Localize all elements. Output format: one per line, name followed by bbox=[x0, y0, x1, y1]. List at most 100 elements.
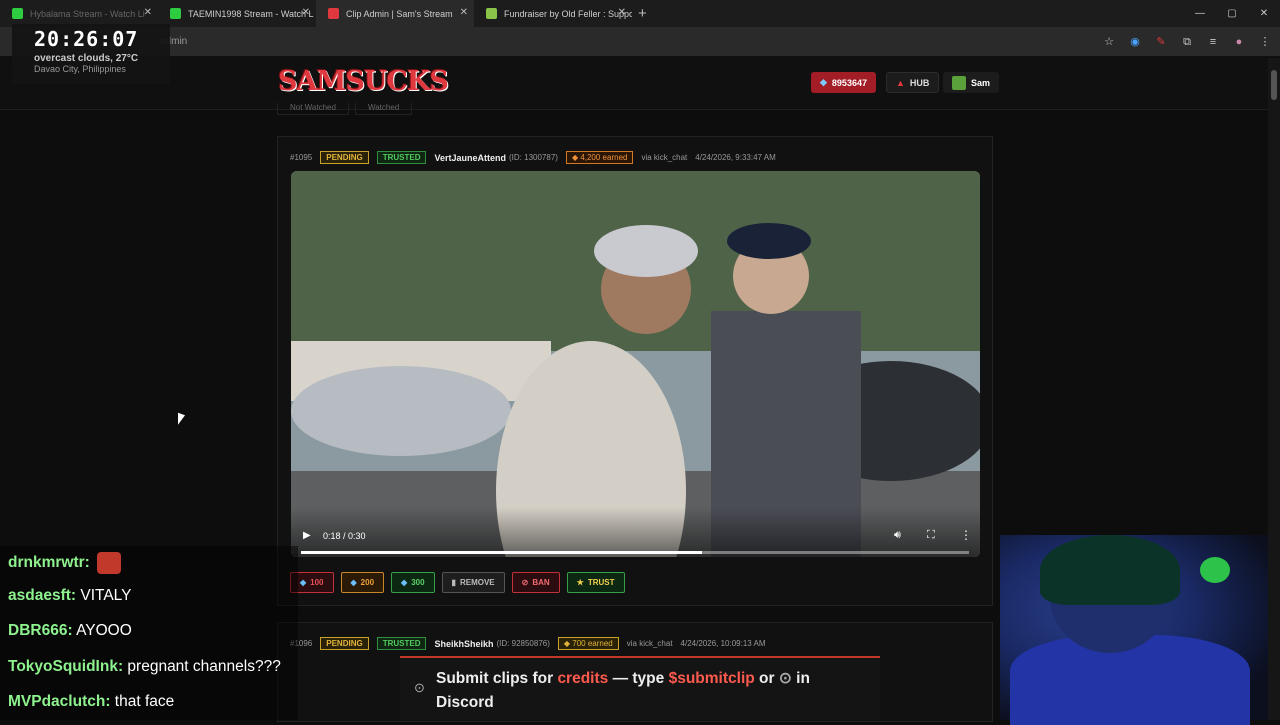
clip-id: #1095 bbox=[290, 153, 313, 162]
streamer-webcam bbox=[1000, 535, 1268, 725]
ban-button[interactable]: ⊘ BAN bbox=[511, 572, 560, 593]
hub-button[interactable]: ▲ HUB bbox=[886, 72, 940, 93]
tab-close-icon[interactable]: ✕ bbox=[144, 7, 152, 18]
trust-button[interactable]: ★ TRUST bbox=[566, 572, 625, 593]
fullscreen-icon[interactable]: ⛶ bbox=[927, 529, 935, 542]
award-300-button[interactable]: ◆ 300 bbox=[391, 572, 435, 593]
chat-username: DBR666: bbox=[8, 622, 73, 639]
chat-username: asdaesft: bbox=[8, 587, 77, 604]
tab-favicon bbox=[12, 8, 23, 19]
clip-username[interactable]: VertJauneAttend bbox=[434, 153, 506, 163]
filter-not-watched[interactable]: Not Watched bbox=[277, 103, 349, 115]
scrollbar-thumb[interactable] bbox=[1271, 70, 1277, 100]
status-badge: PENDING bbox=[320, 637, 369, 650]
mouse-icon: ⊙ bbox=[778, 670, 792, 687]
clip-source: via kick_chat bbox=[641, 153, 688, 162]
ban-icon: ⊘ bbox=[521, 578, 529, 587]
maximize-button[interactable]: ▢ bbox=[1216, 0, 1248, 27]
weather-conditions: overcast clouds, 27°C bbox=[34, 53, 139, 64]
remove-button[interactable]: ▮ REMOVE bbox=[441, 572, 505, 593]
chat-username: drnkmrwtr: bbox=[8, 554, 90, 572]
volume-icon[interactable]: 🔊︎ bbox=[894, 529, 901, 542]
clock-time: 20:26:07 bbox=[34, 27, 139, 51]
clip-video-player[interactable]: ▶ 0:18 / 0:30 🔊︎ ⛶ ⋮ bbox=[291, 171, 980, 557]
browser-menu-icon[interactable]: ⋮ bbox=[1256, 33, 1274, 51]
award-200-label: 200 bbox=[360, 578, 375, 587]
webcam-person bbox=[1040, 535, 1180, 605]
media-control-icon[interactable]: ≡ bbox=[1204, 33, 1222, 51]
user-menu[interactable]: Sam bbox=[943, 72, 1000, 93]
extension-icon[interactable]: ◉ bbox=[1126, 33, 1144, 51]
award-200-button[interactable]: ◆ 200 bbox=[340, 572, 385, 593]
chat-username: MVPdaclutch: bbox=[8, 693, 111, 710]
clip-timestamp: 4/24/2026, 10:09:13 AM bbox=[680, 639, 766, 648]
bookmark-star-icon[interactable]: ☆ bbox=[1100, 33, 1118, 51]
banner-text-part: — type bbox=[612, 670, 665, 687]
tab-title: Fundraiser by Old Feller : Suppo bbox=[504, 8, 632, 19]
clip-card: #1095 PENDING TRUSTED VertJauneAttend (I… bbox=[277, 136, 993, 606]
clip-meta: #1095 PENDING TRUSTED VertJauneAttend (I… bbox=[290, 151, 776, 164]
browser-tab[interactable]: Fundraiser by Old Feller : Suppo ✕ bbox=[474, 0, 632, 27]
banner-text-part: or bbox=[759, 670, 775, 687]
tab-favicon bbox=[328, 8, 339, 19]
site-logo[interactable]: SAMSUCKS bbox=[278, 66, 449, 97]
gem-icon: ◆ bbox=[300, 578, 307, 587]
chat-emote-icon bbox=[97, 552, 122, 574]
banner-text: Submit clips for credits — type $submitc… bbox=[436, 667, 856, 715]
webcam-ball bbox=[1200, 557, 1230, 583]
hub-icon: ▲ bbox=[896, 77, 905, 88]
gem-icon: ◆ bbox=[401, 578, 408, 587]
award-100-label: 100 bbox=[310, 578, 324, 587]
browser-tab[interactable]: TAEMIN1998 Stream - Watch L ✕ bbox=[158, 0, 316, 27]
chat-message: drnkmrwtr: bbox=[8, 552, 122, 574]
play-icon[interactable]: ▶ bbox=[303, 530, 311, 541]
page-scrollbar[interactable] bbox=[1268, 58, 1280, 720]
clip-user-id: (ID: 92850876) bbox=[496, 639, 550, 648]
user-label: Sam bbox=[971, 77, 991, 88]
chat-message: DBR666: AYOOO bbox=[8, 622, 132, 640]
clip-username[interactable]: SheikhSheikh bbox=[434, 639, 493, 649]
extension-icon[interactable]: ✎ bbox=[1152, 33, 1170, 51]
gem-icon: ◆ bbox=[350, 578, 357, 587]
tab-close-icon[interactable]: ✕ bbox=[302, 7, 310, 18]
earned-amount: 4,200 earned bbox=[580, 153, 628, 162]
video-time: 0:18 / 0:30 bbox=[323, 531, 366, 541]
credits-badge[interactable]: ◆ 8953647 bbox=[811, 72, 876, 93]
tab-title: TAEMIN1998 Stream - Watch L bbox=[188, 8, 314, 19]
submit-clips-banner: ⊙ Submit clips for credits — type $submi… bbox=[400, 656, 880, 720]
profile-avatar-icon[interactable]: ● bbox=[1230, 33, 1248, 51]
video-progress-fill bbox=[301, 551, 702, 554]
tab-favicon bbox=[486, 8, 497, 19]
chat-message: asdaesft: VITALY bbox=[8, 587, 131, 605]
tab-close-icon[interactable]: ✕ bbox=[618, 7, 626, 18]
banner-text-part: Submit clips for bbox=[436, 670, 554, 687]
clip-actions: ◆ 100 ◆ 200 ◆ 300 ▮ REMOVE ⊘ BAN ★ TRUST bbox=[290, 572, 625, 593]
earned-badge: ◆ 700 earned bbox=[557, 637, 619, 650]
filter-watched[interactable]: Watched bbox=[354, 103, 413, 115]
tab-title: Clip Admin | Sam's Stream bbox=[346, 8, 453, 19]
minimize-button[interactable]: — bbox=[1184, 0, 1216, 27]
browser-tab[interactable]: Hybalama Stream - Watch Li ✕ bbox=[0, 0, 158, 27]
tab-close-icon[interactable]: ✕ bbox=[460, 7, 468, 18]
more-options-icon[interactable]: ⋮ bbox=[960, 528, 972, 542]
weather-location: Davao City, Philippines bbox=[34, 64, 126, 74]
ban-label: BAN bbox=[532, 578, 550, 587]
video-progress-track[interactable] bbox=[301, 551, 969, 554]
close-window-button[interactable]: ✕ bbox=[1248, 0, 1280, 27]
toolbar-icons: ☆ ◉ ✎ ⧉ ≡ ● ⋮ bbox=[1100, 33, 1274, 51]
chat-text: AYOOO bbox=[76, 622, 132, 639]
browser-tab-active[interactable]: Clip Admin | Sam's Stream ✕ bbox=[316, 0, 474, 27]
browser-tab-bar: Hybalama Stream - Watch Li ✕ TAEMIN1998 … bbox=[0, 0, 1280, 27]
trash-icon: ▮ bbox=[451, 578, 456, 587]
extensions-puzzle-icon[interactable]: ⧉ bbox=[1178, 33, 1196, 51]
site-header: SAMSUCKS ◆ 8953647 ▲ HUB Sam bbox=[0, 58, 1268, 110]
clock-weather-overlay: 20:26:07 overcast clouds, 27°C Davao Cit… bbox=[12, 24, 170, 84]
trust-label: TRUST bbox=[587, 578, 615, 587]
gem-icon: ◆ bbox=[820, 77, 827, 87]
clip-meta: #1096 PENDING TRUSTED SheikhSheikh (ID: … bbox=[290, 637, 766, 650]
remove-label: REMOVE bbox=[459, 578, 495, 587]
new-tab-button[interactable]: + bbox=[638, 5, 647, 22]
mouse-cursor-icon bbox=[178, 412, 185, 428]
status-badge: PENDING bbox=[320, 151, 369, 164]
filter-tabs: Not Watched Watched bbox=[277, 103, 413, 115]
